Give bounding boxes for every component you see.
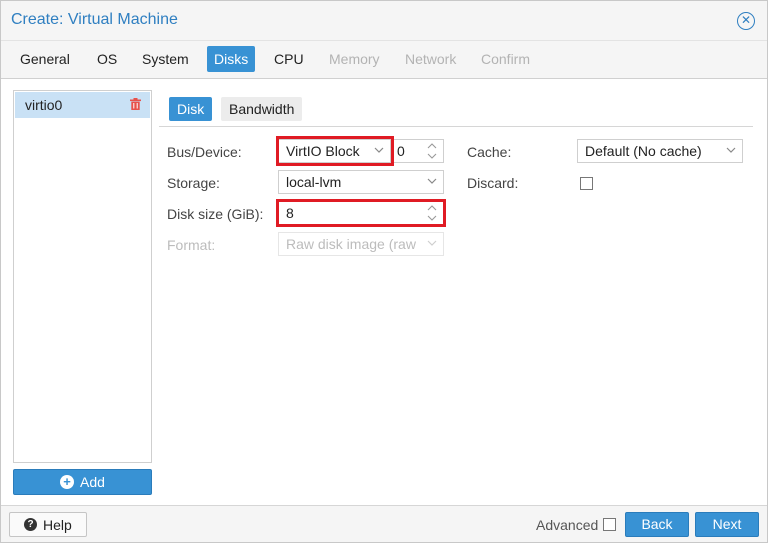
cache-select[interactable]: Default (No cache)	[577, 139, 743, 163]
chevron-down-icon	[427, 178, 437, 184]
add-disk-button[interactable]: + Add	[13, 469, 152, 495]
disks-panel: virtio0 + Add Disk Bandwidth Bus/Device:…	[1, 78, 767, 505]
create-vm-dialog: Create: Virtual Machine ✕ General OS Sys…	[0, 0, 768, 543]
format-select-value: Raw disk image (raw	[286, 236, 416, 252]
bus-highlight-box	[276, 136, 394, 166]
disk-size-highlight-box	[276, 199, 446, 227]
tab-confirm[interactable]: Confirm	[474, 46, 537, 72]
tab-system[interactable]: System	[135, 46, 196, 72]
trash-icon[interactable]	[130, 98, 141, 110]
spinner-icon[interactable]	[427, 142, 437, 160]
storage-select[interactable]: local-lvm	[278, 170, 444, 194]
back-button[interactable]: Back	[625, 512, 689, 537]
help-button[interactable]: ? Help	[9, 512, 87, 537]
chevron-down-icon	[427, 240, 437, 246]
subtab-divider	[159, 126, 753, 127]
advanced-checkbox[interactable]	[603, 518, 616, 531]
bus-device-label: Bus/Device:	[167, 144, 242, 160]
device-number-value: 0	[397, 143, 405, 159]
add-button-label: Add	[80, 474, 105, 490]
close-icon[interactable]: ✕	[737, 12, 755, 30]
disk-list-item-virtio0[interactable]: virtio0	[15, 92, 150, 118]
discard-label: Discard:	[467, 175, 519, 191]
cache-label: Cache:	[467, 144, 512, 160]
format-label: Format:	[167, 237, 216, 253]
chevron-down-icon	[726, 147, 736, 153]
help-button-label: Help	[43, 517, 72, 533]
dialog-title: Create: Virtual Machine	[11, 11, 178, 28]
storage-label: Storage:	[167, 175, 220, 191]
discard-checkbox[interactable]	[580, 177, 593, 190]
cache-select-value: Default (No cache)	[585, 143, 702, 159]
next-button[interactable]: Next	[695, 512, 759, 537]
tab-disks[interactable]: Disks	[207, 46, 256, 72]
subtab-bandwidth[interactable]: Bandwidth	[221, 97, 303, 121]
device-number-input[interactable]: 0	[391, 139, 444, 163]
subtab-disk[interactable]: Disk	[169, 97, 213, 121]
tab-cpu[interactable]: CPU	[267, 46, 311, 72]
advanced-label: Advanced	[536, 517, 599, 533]
format-select[interactable]: Raw disk image (raw	[278, 232, 444, 256]
plus-circle-icon: +	[60, 475, 74, 489]
disk-size-label: Disk size (GiB):	[167, 206, 264, 222]
dialog-footer: ? Help Advanced Back Next	[1, 505, 767, 542]
tab-network[interactable]: Network	[398, 46, 463, 72]
tab-memory[interactable]: Memory	[322, 46, 387, 72]
disk-item-label: virtio0	[25, 97, 63, 113]
storage-select-value: local-lvm	[286, 174, 342, 190]
tab-os[interactable]: OS	[90, 46, 124, 72]
disk-list: virtio0	[13, 90, 152, 463]
help-icon: ?	[24, 518, 37, 531]
title-bar: Create: Virtual Machine ✕	[1, 1, 767, 41]
tab-general[interactable]: General	[13, 46, 77, 72]
